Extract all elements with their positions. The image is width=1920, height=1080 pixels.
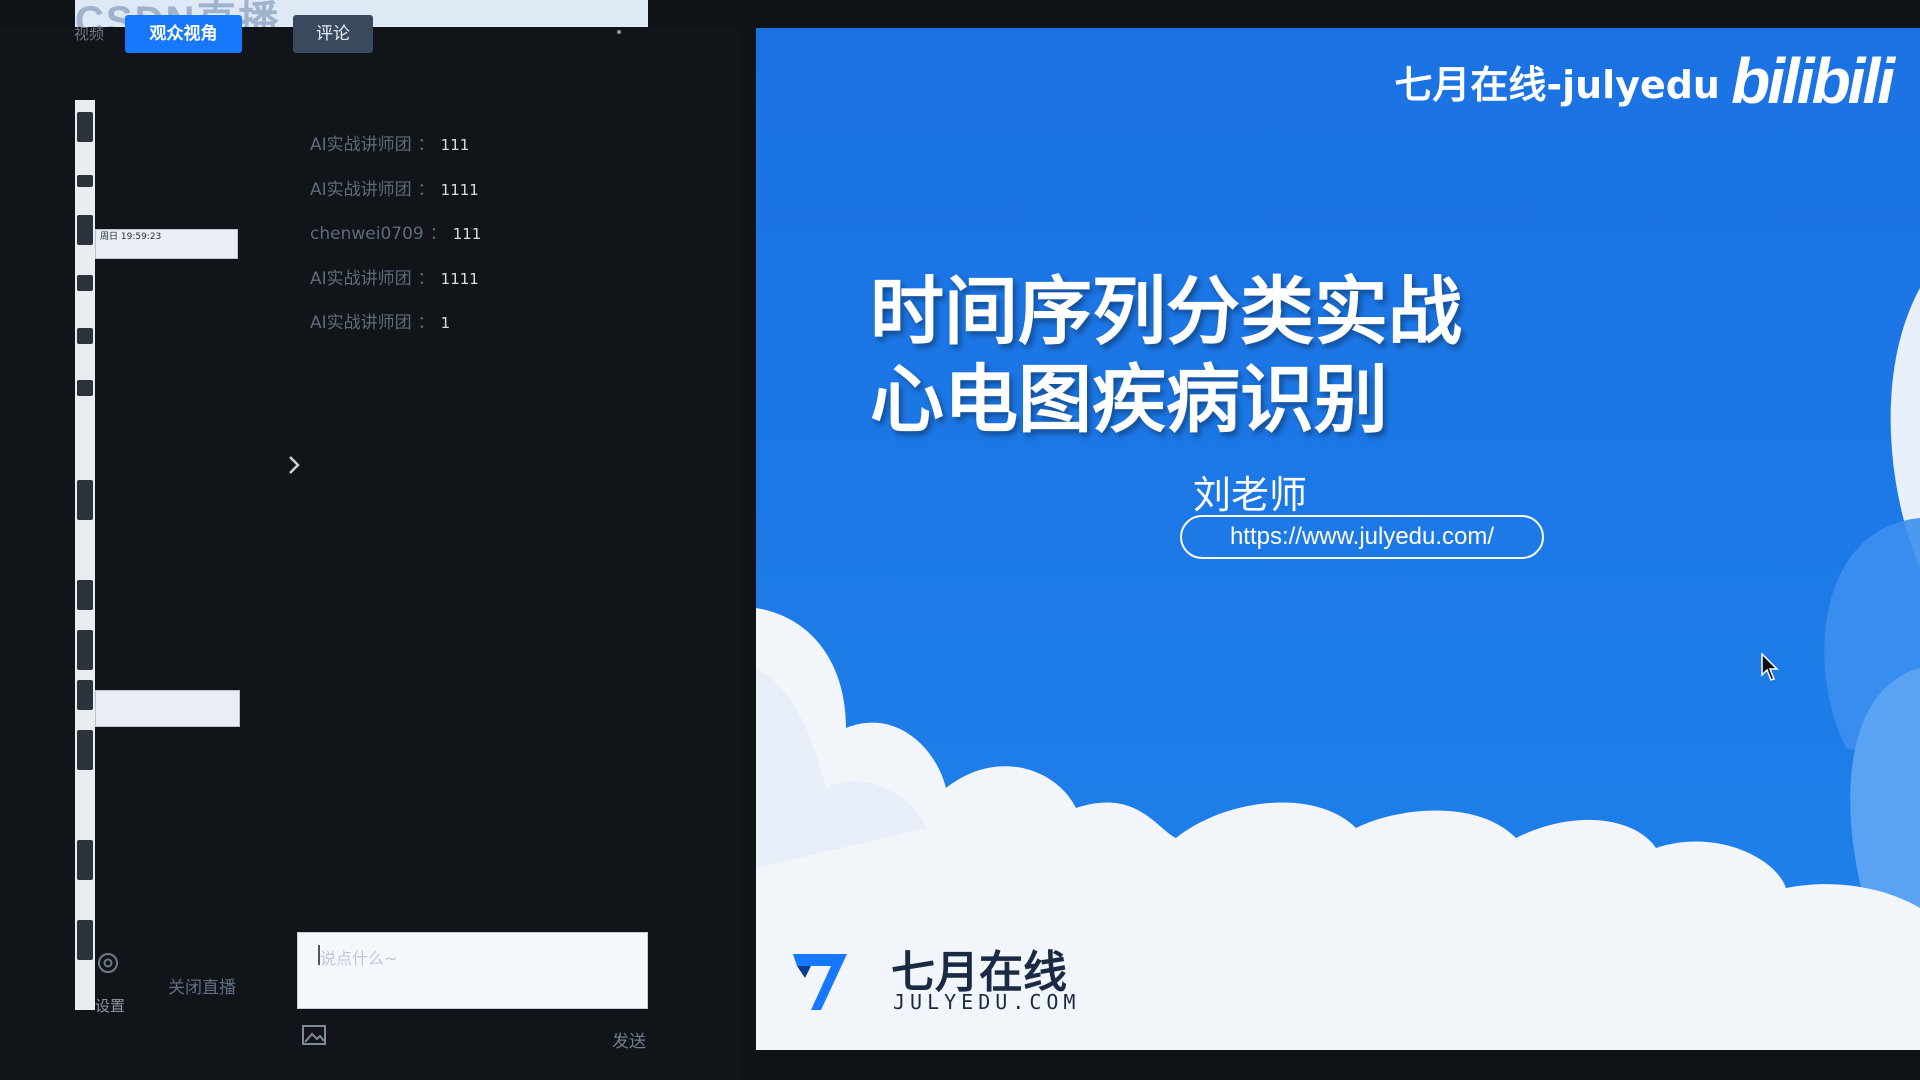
comment-user: AI实战讲师团 (310, 179, 412, 200)
footer-logo-en: JULYEDU.COM (893, 990, 1081, 1014)
julyedu-logo: 七月在线 JULYEDU.COM (791, 947, 1075, 1016)
comment-message: 111 (452, 225, 482, 243)
list-item: AI实战讲师团： 1111 (310, 264, 640, 309)
comment-separator: ： (417, 313, 435, 333)
list-item: AI实战讲师团： 1 (310, 308, 640, 353)
comment-separator: ： (417, 179, 435, 200)
preview-clock: 周日 19:59:23 (95, 229, 238, 259)
send-button[interactable]: 发送 (612, 1027, 646, 1052)
slide-title-line2: 心电图疾病识别 (870, 357, 1388, 443)
slide-title-line1: 时间序列分类实战 (870, 269, 1462, 355)
image-icon[interactable] (302, 1025, 326, 1045)
comment-input-placeholder: 说点什么~ (320, 949, 398, 968)
comment-user: AI实战讲师团 (310, 268, 412, 289)
comment-message: 1111 (440, 180, 479, 199)
comment-separator: ： (417, 135, 435, 155)
bilibili-logo: bilibili (1731, 45, 1895, 117)
slide-brand: 七月在线-julyedu (1394, 63, 1720, 107)
comment-user: AI实战讲师团 (310, 135, 412, 155)
presentation-slide: 七月在线-julyedu bilibili 时间序列分类实战 心电图疾病识别 刘… (756, 28, 1920, 1050)
preview-input (95, 690, 240, 727)
list-item: AI实战讲师团： 111 (310, 130, 640, 175)
close-live-button[interactable]: 关闭直播 (168, 973, 236, 998)
comment-message: 1111 (440, 269, 479, 288)
tab-audience-view[interactable]: 观众视角 (125, 15, 242, 53)
comment-separator: ： (429, 224, 447, 244)
comment-user: AI实战讲师团 (310, 313, 412, 333)
comment-user: chenwei0709 (310, 224, 424, 244)
slide-teacher: 刘老师 (1193, 473, 1308, 517)
comment-separator: ： (417, 268, 435, 289)
chevron-right-icon[interactable] (282, 453, 306, 477)
status-dot (617, 30, 621, 34)
comment-input[interactable]: 说点什么~ (297, 932, 648, 1009)
comment-message: 111 (440, 136, 470, 154)
tab-comment[interactable]: 评论 (293, 15, 373, 53)
comment-message: 1 (440, 314, 451, 332)
mouse-cursor-icon (1761, 653, 1779, 681)
preview-clock-text: 周日 19:59:23 (100, 232, 162, 242)
seven-logo-icon (793, 954, 847, 1010)
slide-url: https://www.julyedu.com/ (1180, 515, 1544, 559)
list-item: chenwei0709： 111 (310, 219, 640, 264)
list-item: AI实战讲师团： 1111 (310, 175, 640, 220)
comment-list: AI实战讲师团： 111 AI实战讲师团： 1111 chenwei0709： 111… (310, 130, 640, 353)
settings-label[interactable]: 设置 (95, 995, 125, 1016)
gear-icon[interactable] (95, 950, 121, 976)
slide-title: 时间序列分类实战 心电图疾病识别 (870, 268, 1462, 444)
tab-video[interactable]: 视频 (72, 15, 106, 53)
preview-strip (75, 100, 95, 1010)
